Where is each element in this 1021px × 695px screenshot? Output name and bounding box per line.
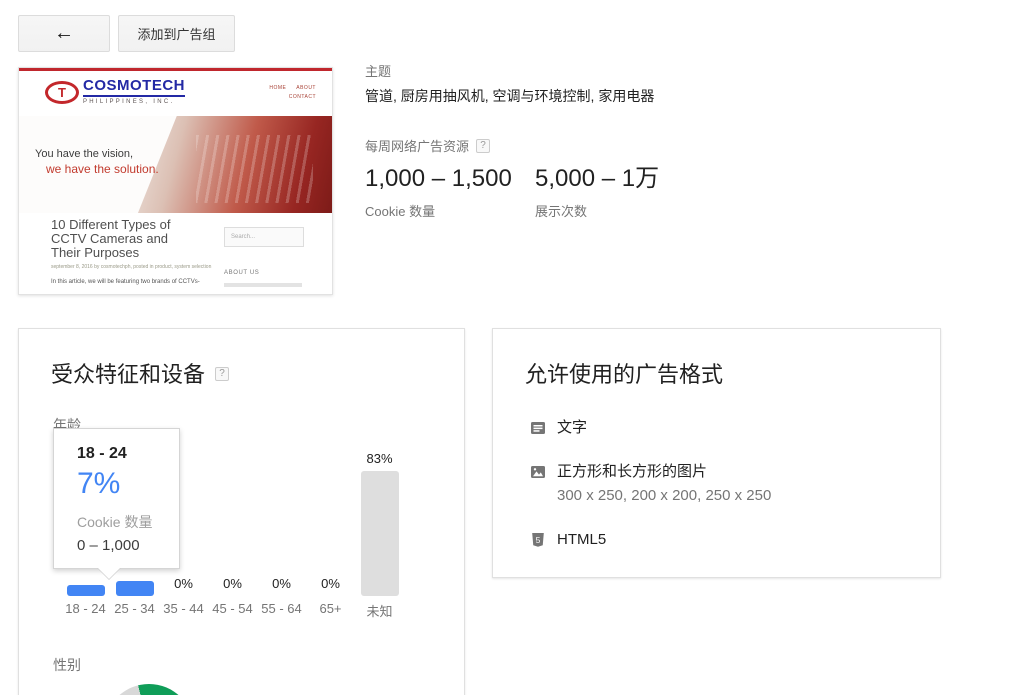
cookie-count-value: 1,000 – 1,500: [365, 164, 512, 194]
age-bar[interactable]: [67, 585, 105, 596]
site-article-meta: september 8, 2016 by cosmotechph, posted…: [51, 264, 211, 270]
format-item-html5: 5 HTML5: [529, 531, 606, 549]
age-bar[interactable]: [116, 581, 154, 596]
demographics-card: 受众特征和设备 ? 年龄 0%0%0%0%83% 18 - 2425 - 343…: [18, 328, 465, 695]
text-ad-icon: [529, 419, 547, 437]
site-content-area: 10 Different Types of CCTV Cameras and T…: [19, 213, 332, 295]
impressions-stat: 5,000 – 1万 展示次数: [535, 164, 659, 220]
gender-pie-chart[interactable]: [104, 684, 194, 695]
format-image-sizes: 300 x 250, 200 x 200, 250 x 250: [557, 487, 771, 504]
age-bar-slot-6[interactable]: 83%: [355, 436, 404, 596]
topic-label: 主题: [365, 61, 391, 80]
site-logo-mark: T: [45, 81, 79, 104]
format-item-text: 文字: [529, 419, 587, 437]
age-category-label: 65+: [306, 601, 355, 620]
impressions-value: 5,000 – 1万: [535, 164, 659, 194]
tooltip-age-range: 18 - 24: [77, 445, 179, 463]
format-text-label: 文字: [557, 419, 587, 437]
age-category-label: 18 - 24: [61, 601, 110, 620]
format-image-label: 正方形和长方形的图片: [557, 463, 707, 481]
demographics-title: 受众特征和设备: [51, 357, 205, 389]
weekly-inventory-label: 每周网络广告资源: [365, 136, 469, 155]
age-chart-tooltip: 18 - 24 7% Cookie 数量 0 – 1,000: [53, 428, 180, 569]
site-article-title: 10 Different Types of CCTV Cameras and T…: [51, 218, 211, 260]
site-tagline-2: we have the solution.: [46, 162, 159, 176]
site-building-photo: [138, 116, 332, 213]
tooltip-percent: 7%: [77, 467, 179, 501]
age-bar-slot-4[interactable]: 0%: [257, 436, 306, 596]
ad-formats-card: 允许使用的广告格式 文字 正方形和长方形的图片 300 x 250, 200 x…: [492, 328, 941, 578]
site-search-box: Search...: [224, 227, 304, 247]
site-brand-subtitle: PHILIPPINES, INC.: [83, 99, 185, 105]
impressions-label: 展示次数: [535, 201, 659, 220]
age-chart-categories: 18 - 2425 - 3435 - 4445 - 5455 - 6465+未知: [61, 601, 404, 620]
demographics-help-icon[interactable]: ?: [215, 367, 229, 381]
add-to-ad-group-button[interactable]: 添加到广告组: [118, 15, 235, 52]
image-ad-icon: [529, 463, 547, 481]
ad-formats-title: 允许使用的广告格式: [525, 357, 723, 389]
format-html5-label: HTML5: [557, 531, 606, 549]
site-nav-home: HOME: [269, 85, 286, 91]
age-bar-value-label: 0%: [272, 576, 291, 591]
age-category-label: 25 - 34: [110, 601, 159, 620]
cookie-count-stat: 1,000 – 1,500 Cookie 数量: [365, 164, 512, 220]
gender-section-label: 性别: [53, 655, 81, 675]
site-logo: T COSMOTECH PHILIPPINES, INC.: [45, 78, 185, 105]
age-category-label: 未知: [355, 601, 404, 620]
age-bar-value-label: 0%: [223, 576, 242, 591]
age-category-label: 35 - 44: [159, 601, 208, 620]
site-sidebar-text-line: [224, 283, 302, 287]
site-article-excerpt: In this article, we will be featuring tw…: [51, 279, 211, 285]
back-button[interactable]: ←: [18, 15, 110, 52]
site-nav-contact: CONTACT: [289, 94, 316, 100]
tooltip-metric-label: Cookie 数量: [77, 512, 179, 532]
site-brand-name: COSMOTECH: [83, 78, 185, 97]
back-arrow-icon: ←: [54, 22, 74, 45]
site-nav-about: ABOUT: [296, 85, 316, 91]
site-header: T COSMOTECH PHILIPPINES, INC. HOME ABOUT…: [19, 71, 332, 116]
topic-values: 管道, 厨房用抽风机, 空调与环境控制, 家用电器: [365, 86, 654, 106]
site-hero-band: You have the vision, we have the solutio…: [19, 116, 332, 213]
site-nav: HOME ABOUT CONTACT: [261, 84, 316, 102]
inventory-help-icon[interactable]: ?: [476, 139, 490, 153]
format-item-image: 正方形和长方形的图片: [529, 463, 707, 481]
placement-detail-page: ← 添加到广告组 T COSMOTECH PHILIPPINES, INC. H…: [0, 0, 1021, 695]
age-bar-value-label: 0%: [174, 576, 193, 591]
site-preview-thumbnail[interactable]: T COSMOTECH PHILIPPINES, INC. HOME ABOUT…: [18, 67, 333, 295]
html5-ad-icon: 5: [529, 531, 547, 549]
age-category-label: 55 - 64: [257, 601, 306, 620]
age-bar-slot-3[interactable]: 0%: [208, 436, 257, 596]
site-sidebar-heading: ABOUT US: [224, 270, 259, 276]
site-tagline-1: You have the vision,: [35, 148, 159, 160]
cookie-count-label: Cookie 数量: [365, 201, 512, 220]
age-bar-slot-5[interactable]: 0%: [306, 436, 355, 596]
age-bar-value-label: 83%: [366, 451, 392, 466]
svg-text:5: 5: [536, 535, 541, 545]
age-bar-value-label: 0%: [321, 576, 340, 591]
add-to-ad-group-label: 添加到广告组: [137, 24, 215, 43]
age-bar[interactable]: [361, 471, 399, 596]
tooltip-metric-value: 0 – 1,000: [77, 537, 179, 554]
weekly-inventory-row: 每周网络广告资源 ?: [365, 136, 490, 155]
age-category-label: 45 - 54: [208, 601, 257, 620]
